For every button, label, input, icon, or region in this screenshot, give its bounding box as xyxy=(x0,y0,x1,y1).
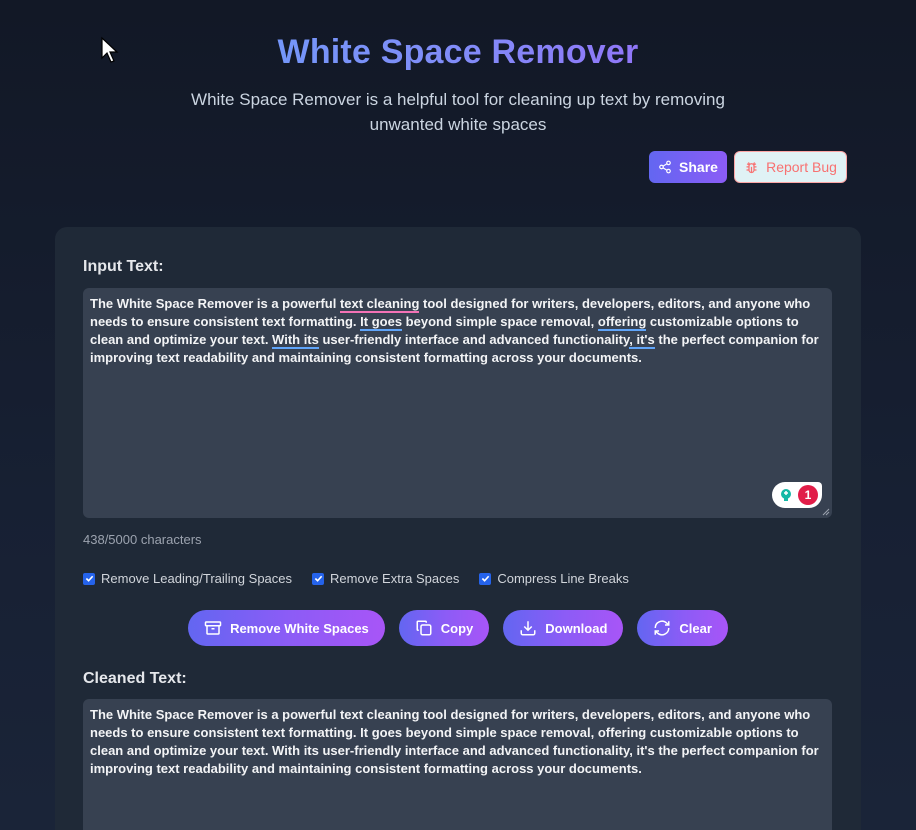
character-count: 438/5000 characters xyxy=(83,532,202,547)
share-label: Share xyxy=(679,159,718,175)
text-segment: user-friendly interface and advanced fun… xyxy=(318,332,630,347)
text-segment: beyond simple space removal, xyxy=(402,314,598,329)
grammar-suggestion[interactable]: , it's xyxy=(629,332,655,349)
option-label: Remove Extra Spaces xyxy=(330,571,460,586)
report-bug-button[interactable]: Report Bug xyxy=(734,151,847,183)
remove-white-spaces-button[interactable]: Remove White Spaces xyxy=(188,610,385,646)
page-subtitle: White Space Remover is a helpful tool fo… xyxy=(191,90,725,134)
download-button[interactable]: Download xyxy=(503,610,624,646)
clear-label: Clear xyxy=(679,620,712,636)
copy-button[interactable]: Copy xyxy=(398,610,490,646)
input-textarea[interactable]: The White Space Remover is a powerful te… xyxy=(83,288,832,518)
bug-icon xyxy=(746,161,757,173)
share-icon xyxy=(659,160,671,174)
grammar-suggestion[interactable]: offering xyxy=(597,314,647,331)
download-icon xyxy=(520,621,536,636)
checkbox-checked-icon[interactable] xyxy=(479,572,492,585)
clear-button[interactable]: Clear xyxy=(637,610,728,646)
grammarly-widget[interactable]: 1 xyxy=(772,482,822,508)
copy-label: Copy xyxy=(440,620,474,636)
input-label: Input Text: xyxy=(83,258,164,275)
page-title: White Space Remover xyxy=(0,33,916,72)
resize-handle-icon[interactable] xyxy=(822,508,830,516)
spelling-suggestion[interactable]: text cleaning xyxy=(339,296,420,313)
share-button[interactable]: Share xyxy=(649,151,727,183)
output-textarea[interactable]: The White Space Remover is a powerful te… xyxy=(83,699,832,830)
refresh-icon xyxy=(654,620,670,636)
copy-icon xyxy=(416,620,432,636)
grammarly-count-badge: 1 xyxy=(798,485,818,505)
remove-label: Remove White Spaces xyxy=(230,620,369,636)
option-compress-breaks[interactable]: Compress Line Breaks xyxy=(479,571,629,586)
option-extra-spaces[interactable]: Remove Extra Spaces xyxy=(312,571,459,586)
report-bug-label: Report Bug xyxy=(766,159,837,175)
checkbox-checked-icon[interactable] xyxy=(312,572,325,585)
options-row: Remove Leading/Trailing Spaces Remove Ex… xyxy=(83,571,629,586)
download-label: Download xyxy=(545,620,608,636)
output-label: Cleaned Text: xyxy=(83,670,187,687)
archive-icon xyxy=(204,621,222,635)
option-label: Remove Leading/Trailing Spaces xyxy=(101,571,293,586)
tool-card: Input Text: The White Space Remover is a… xyxy=(55,227,861,830)
text-segment: The White Space Remover is a powerful xyxy=(90,296,340,311)
grammar-suggestion[interactable]: It goes xyxy=(360,314,403,331)
option-leading-trailing[interactable]: Remove Leading/Trailing Spaces xyxy=(83,571,292,586)
grammar-suggestion[interactable]: With its xyxy=(272,332,319,349)
option-label: Compress Line Breaks xyxy=(497,571,629,586)
action-buttons: Remove White Spaces Copy Download Clear xyxy=(55,610,861,646)
checkbox-checked-icon[interactable] xyxy=(83,572,95,585)
grammarly-bulb-icon xyxy=(781,489,791,501)
